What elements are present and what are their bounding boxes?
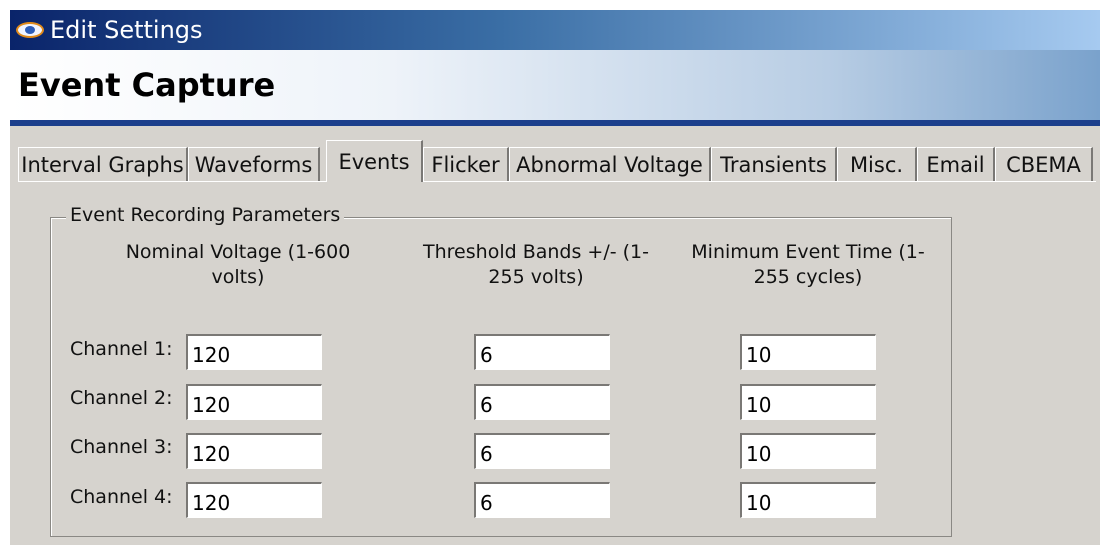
channel-3-nominal-voltage-input[interactable] bbox=[186, 433, 322, 469]
channel-2-nominal-voltage-input[interactable] bbox=[186, 384, 322, 420]
app-eye-icon bbox=[16, 20, 44, 40]
channel-2-label: Channel 2: bbox=[70, 387, 173, 409]
tab-flicker[interactable]: Flicker bbox=[423, 147, 509, 181]
channel-3-threshold-input[interactable] bbox=[474, 433, 610, 469]
channel-3-min-event-time-input[interactable] bbox=[740, 433, 876, 469]
tab-cbema[interactable]: CBEMA bbox=[995, 147, 1093, 181]
tab-email[interactable]: Email bbox=[917, 147, 995, 181]
min-event-time-header: Minimum Event Time (1- 255 cycles) bbox=[691, 241, 925, 288]
page-title: Event Capture bbox=[18, 66, 276, 104]
channel-1-threshold-input[interactable] bbox=[474, 334, 610, 370]
channel-2-min-event-time-input[interactable] bbox=[740, 384, 876, 420]
tab-transients[interactable]: Transients bbox=[711, 147, 837, 181]
threshold-bands-header: Threshold Bands +/- (1- 255 volts) bbox=[423, 241, 649, 288]
tab-events[interactable]: Events bbox=[326, 140, 423, 182]
tab-waveforms[interactable]: Waveforms bbox=[188, 147, 320, 181]
window-title: Edit Settings bbox=[50, 16, 203, 44]
channel-1-nominal-voltage-input[interactable] bbox=[186, 334, 322, 370]
channel-4-threshold-input[interactable] bbox=[474, 482, 610, 518]
edit-settings-window: Edit Settings Event Capture Interval Gra… bbox=[10, 10, 1100, 545]
channel-4-nominal-voltage-input[interactable] bbox=[186, 482, 322, 518]
tab-interval-graphs[interactable]: Interval Graphs bbox=[18, 147, 188, 181]
channel-1-min-event-time-input[interactable] bbox=[740, 334, 876, 370]
tab-strip: Interval Graphs Waveforms Events Flicker… bbox=[18, 140, 1098, 182]
title-bar[interactable]: Edit Settings bbox=[10, 10, 1100, 50]
channel-4-min-event-time-input[interactable] bbox=[740, 482, 876, 518]
group-legend: Event Recording Parameters bbox=[66, 204, 345, 226]
page-header: Event Capture bbox=[10, 50, 1100, 120]
channel-2-threshold-input[interactable] bbox=[474, 384, 610, 420]
tab-abnormal-voltage[interactable]: Abnormal Voltage bbox=[509, 147, 711, 181]
channel-1-label: Channel 1: bbox=[70, 338, 173, 360]
nominal-voltage-header: Nominal Voltage (1-600 volts) bbox=[125, 241, 351, 288]
events-tab-panel: Event Recording Parameters Nominal Volta… bbox=[18, 182, 1096, 542]
header-divider bbox=[10, 120, 1100, 126]
channel-4-label: Channel 4: bbox=[70, 486, 173, 508]
tab-misc[interactable]: Misc. bbox=[837, 147, 917, 181]
channel-3-label: Channel 3: bbox=[70, 436, 173, 458]
